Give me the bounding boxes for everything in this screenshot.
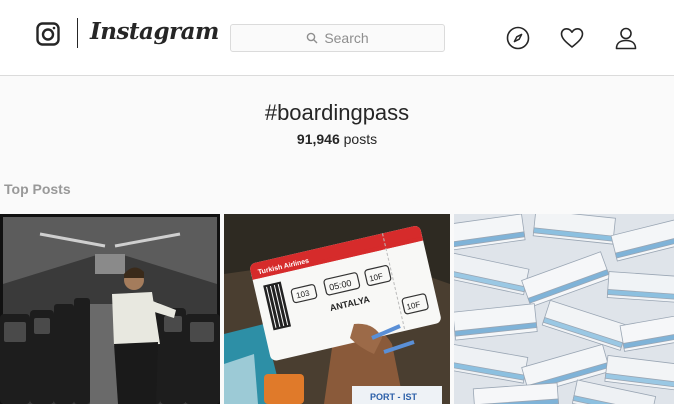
- user-icon[interactable]: [614, 26, 638, 50]
- post-thumbnail-2[interactable]: Turkish Airlines 103 05:00 10F ANTALYA 1…: [224, 214, 450, 404]
- search-icon: [307, 32, 318, 44]
- compass-icon[interactable]: [506, 26, 530, 50]
- hashtag-title: #boardingpass: [264, 100, 410, 125]
- instagram-camera-icon[interactable]: [36, 22, 60, 46]
- airplane-cabin-photo: [0, 214, 220, 404]
- top-navbar: Instagram Search: [0, 0, 674, 76]
- post-thumbnail-3[interactable]: [454, 214, 674, 404]
- post-count-number: 91,946: [296, 131, 340, 147]
- ticket-route: PORT - IST: [370, 392, 418, 402]
- post-count: 91,946 posts: [0, 131, 674, 147]
- top-posts-label: Top Posts: [4, 181, 71, 197]
- post-count-suffix: posts: [339, 131, 378, 147]
- logo-divider: [77, 18, 78, 48]
- post-thumbnail-1[interactable]: [0, 214, 220, 404]
- boarding-pass-photo: Turkish Airlines 103 05:00 10F ANTALYA 1…: [224, 214, 450, 404]
- search-placeholder: Search: [324, 30, 369, 46]
- instagram-wordmark[interactable]: Instagram: [90, 18, 219, 45]
- ticket-pile-photo: [454, 214, 674, 404]
- search-input[interactable]: Search: [230, 24, 445, 52]
- heart-icon[interactable]: [560, 26, 584, 50]
